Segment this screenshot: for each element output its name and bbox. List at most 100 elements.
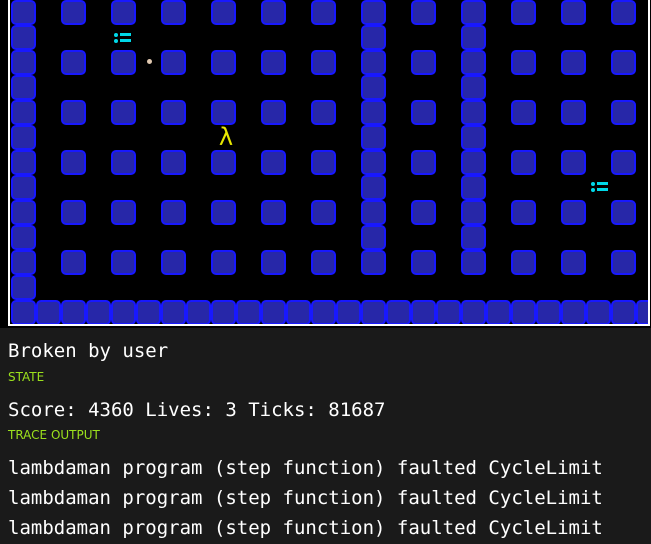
state-heading: STATE [8, 370, 45, 384]
wall-tile [311, 250, 336, 275]
wall-tile [461, 150, 486, 175]
wall-tile [461, 225, 486, 250]
wall-tile [11, 300, 36, 324]
wall-tile [411, 250, 436, 275]
wall-tile [636, 300, 648, 324]
wall-tile [261, 100, 286, 125]
wall-tile [211, 200, 236, 225]
wall-tile [111, 250, 136, 275]
wall-tile [261, 300, 286, 324]
wall-tile [361, 300, 386, 324]
game-board: λ [8, 0, 650, 326]
wall-tile [611, 250, 636, 275]
wall-tile [611, 0, 636, 25]
wall-tile [361, 100, 386, 125]
wall-tile [511, 150, 536, 175]
wall-tile [11, 25, 36, 50]
wall-tile [111, 50, 136, 75]
wall-tile [411, 150, 436, 175]
wall-tile [161, 0, 186, 25]
wall-tile [186, 300, 211, 324]
wall-tile [11, 275, 36, 300]
wall-tile [211, 150, 236, 175]
wall-tile [411, 100, 436, 125]
wall-tile [611, 50, 636, 75]
trace-line: lambdaman program (step function) faulte… [8, 487, 603, 509]
wall-tile [411, 300, 436, 324]
wall-tile [311, 150, 336, 175]
wall-tile [61, 300, 86, 324]
wall-tile [311, 200, 336, 225]
wall-tile [311, 100, 336, 125]
wall-tile [211, 0, 236, 25]
wall-tile [261, 0, 286, 25]
wall-tile [111, 0, 136, 25]
trace-line: lambdaman program (step function) faulte… [8, 457, 603, 479]
wall-tile [361, 25, 386, 50]
wall-tile [11, 175, 36, 200]
wall-tile [361, 150, 386, 175]
wall-tile [11, 0, 36, 25]
wall-tile [286, 300, 311, 324]
wall-tile [311, 300, 336, 324]
wall-tile [311, 50, 336, 75]
wall-tile [461, 100, 486, 125]
wall-tile [61, 250, 86, 275]
wall-tile [561, 250, 586, 275]
wall-tile [611, 150, 636, 175]
wall-tile [111, 200, 136, 225]
wall-tile [361, 125, 386, 150]
wall-tile [361, 200, 386, 225]
wall-tile [161, 200, 186, 225]
trace-heading: TRACE OUTPUT [8, 428, 100, 442]
ghost-sprite [589, 180, 611, 196]
wall-tile [11, 250, 36, 275]
wall-tile [336, 300, 361, 324]
wall-tile [611, 200, 636, 225]
wall-tile [586, 300, 611, 324]
wall-tile [436, 300, 461, 324]
wall-tile [211, 250, 236, 275]
wall-tile [511, 50, 536, 75]
wall-tile [361, 175, 386, 200]
wall-tile [261, 50, 286, 75]
wall-tile [236, 300, 261, 324]
state-line: Score: 4360 Lives: 3 Ticks: 81687 [8, 399, 386, 421]
wall-tile [511, 200, 536, 225]
wall-tile [386, 300, 411, 324]
wall-tile [561, 50, 586, 75]
wall-tile [36, 300, 61, 324]
wall-tile [461, 200, 486, 225]
wall-tile [161, 250, 186, 275]
wall-tile [536, 300, 561, 324]
wall-tile [561, 150, 586, 175]
wall-tile [461, 250, 486, 275]
wall-tile [361, 50, 386, 75]
wall-tile [11, 100, 36, 125]
wall-tile [86, 300, 111, 324]
lambdaman-sprite: λ [218, 123, 234, 151]
wall-tile [486, 300, 511, 324]
wall-tile [161, 300, 186, 324]
wall-tile [511, 100, 536, 125]
wall-tile [61, 100, 86, 125]
wall-tile [361, 0, 386, 25]
wall-tile [461, 50, 486, 75]
wall-tile [11, 150, 36, 175]
wall-tile [111, 300, 136, 324]
wall-tile [111, 150, 136, 175]
wall-tile [261, 150, 286, 175]
wall-tile [411, 50, 436, 75]
wall-tile [561, 0, 586, 25]
wall-tile [461, 75, 486, 100]
wall-tile [461, 0, 486, 25]
wall-tile [161, 150, 186, 175]
wall-tile [461, 125, 486, 150]
wall-tile [211, 300, 236, 324]
wall-tile [61, 200, 86, 225]
wall-tile [61, 150, 86, 175]
wall-tile [461, 175, 486, 200]
wall-tile [261, 250, 286, 275]
wall-tile [511, 0, 536, 25]
wall-tile [11, 50, 36, 75]
